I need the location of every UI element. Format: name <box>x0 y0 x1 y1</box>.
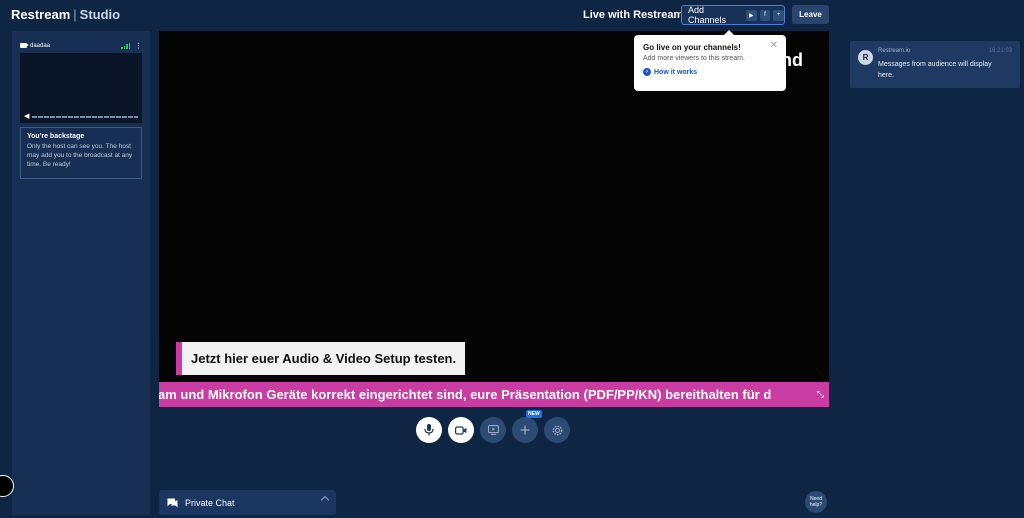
video-camera-icon <box>455 425 467 435</box>
ticker-text: am und Mikrofon Geräte korrekt eingerich… <box>159 387 772 402</box>
gear-icon <box>552 425 562 435</box>
lower-third-banner: Jetzt hier euer Audio & Video Setup test… <box>176 342 466 375</box>
volume-meter: ◀ <box>24 113 138 120</box>
stage-controls: NEW <box>416 410 570 443</box>
message-text: Messages from audience will display here… <box>878 61 992 79</box>
participant-card: daadaa ⋮ ◀ <box>20 38 142 123</box>
need-help-button[interactable]: Need help? <box>805 491 827 513</box>
youtube-icon: ▶ <box>745 9 757 21</box>
chat-message: R Restream.io 16:21:03 Messages from aud… <box>850 41 1020 88</box>
restream-avatar: R <box>858 50 873 65</box>
participant-video-preview: ◀ <box>20 53 142 123</box>
stream-title[interactable]: Live with Restream <box>583 9 683 21</box>
participant-name: daadaa <box>30 42 51 49</box>
app-logo: Restream | Studio <box>11 7 120 22</box>
message-time: 16:21:03 <box>988 48 1012 54</box>
add-channels-label: Add Channels <box>688 5 727 25</box>
lower-third-text: Jetzt hier euer Audio & Video Setup test… <box>182 342 466 375</box>
microphone-button[interactable] <box>416 417 442 443</box>
logo-separator: | <box>73 7 77 22</box>
backstage-description: Only the host can see you. The host may … <box>27 143 133 168</box>
chat-panel: R Restream.io 16:21:03 Messages from aud… <box>838 31 1024 518</box>
arrow-right-icon: › <box>643 68 651 76</box>
fullscreen-icon[interactable]: ⤡ <box>817 389 824 400</box>
leave-button[interactable]: Leave <box>792 5 829 24</box>
channel-add-icon: + <box>773 9 784 21</box>
microphone-icon <box>424 424 434 436</box>
brand-name: Restream <box>11 7 71 22</box>
top-bar: Restream | Studio Live with Restream Add C… <box>0 0 1024 30</box>
chat-bubble-icon <box>167 498 178 507</box>
camera-icon <box>20 43 29 48</box>
new-badge: NEW <box>526 410 542 418</box>
volume-level-bar <box>32 116 138 118</box>
more-options-icon[interactable]: ⋮ <box>135 42 142 50</box>
add-media-button[interactable]: NEW <box>512 410 542 443</box>
settings-button[interactable] <box>544 417 570 443</box>
speaker-icon: ◀ <box>24 113 30 120</box>
close-icon[interactable]: ✕ <box>770 40 778 51</box>
camera-button[interactable] <box>448 417 474 443</box>
backstage-title: You're backstage <box>27 133 85 140</box>
screen-share-button[interactable] <box>480 417 506 443</box>
participant-header: daadaa ⋮ <box>20 38 142 53</box>
how-it-works-label: How it works <box>654 68 698 76</box>
message-sender: Restream.io <box>878 48 911 54</box>
chevron-up-icon <box>320 495 330 505</box>
screen-share-icon <box>487 425 499 435</box>
left-sidebar: daadaa ⋮ ◀ You're backstage Only the hos… <box>12 31 150 515</box>
product-name: Studio <box>79 7 121 22</box>
plus-icon <box>520 425 530 435</box>
how-it-works-link[interactable]: › How it works <box>643 68 777 76</box>
private-chat-label: Private Chat <box>185 497 235 508</box>
popover-title: Go live on your channels! <box>643 43 741 52</box>
signal-strength-icon <box>121 42 130 49</box>
go-live-popover: Go live on your channels! Add more viewe… <box>634 30 786 91</box>
popover-subtitle: Add more viewers to this stream. <box>643 55 745 62</box>
private-chat-toggle[interactable]: Private Chat <box>159 490 336 515</box>
facebook-icon: f <box>759 9 771 21</box>
ticker-banner: am und Mikrofon Geräte korrekt eingerich… <box>159 382 829 407</box>
backstage-notice: You're backstage Only the host can see y… <box>20 127 142 179</box>
add-channels-button[interactable]: Add Channels ▶ f + <box>681 5 785 25</box>
